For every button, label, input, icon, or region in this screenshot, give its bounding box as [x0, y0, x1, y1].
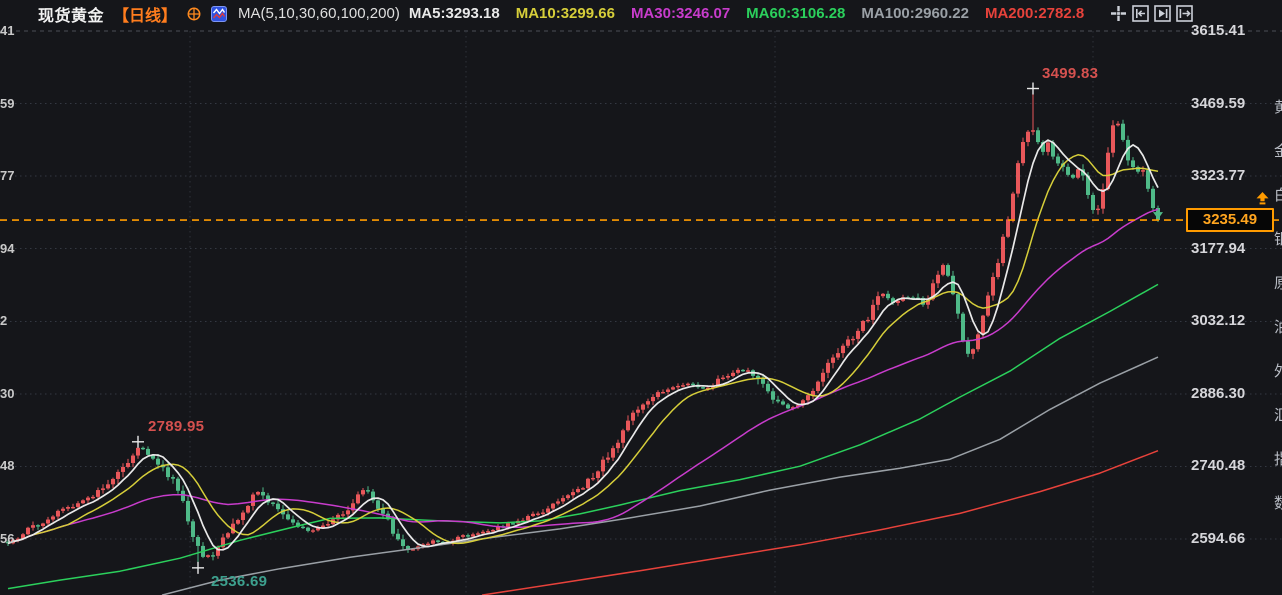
ma-formula: MA(5,10,30,60,100,200) — [238, 5, 400, 22]
y-axis-label: 2886.30 — [1191, 385, 1245, 402]
clipped-menu-glyph[interactable]: 油 — [1274, 316, 1282, 337]
price-extreme-label: 2789.95 — [148, 418, 204, 435]
jump-to-latest-icon[interactable] — [1176, 5, 1193, 22]
trading-app: { "header": { "title": "现货黄金", "period":… — [0, 0, 1282, 595]
y-axis-label-clipped: 56 — [0, 531, 17, 546]
pan-move-icon[interactable] — [1110, 5, 1127, 22]
y-axis-label-clipped: 94 — [0, 241, 17, 256]
target-circle-icon[interactable] — [186, 6, 202, 22]
chart-controls — [1110, 5, 1193, 22]
top-toolbar: 现货黄金 【日线】 MA(5,10,30,60,100,200) MA5:329… — [0, 0, 1282, 27]
y-axis-label-clipped: 48 — [0, 458, 17, 473]
ma-line-ma10 — [8, 155, 1158, 544]
ma-legend: MA5:3293.18 MA10:3299.66 MA30:3246.07 MA60:… — [409, 5, 1084, 22]
clipped-menu-glyph[interactable]: 外 — [1274, 360, 1282, 381]
current-price-tag: 3235.49 — [1186, 208, 1274, 232]
extreme-cross-icon — [192, 562, 204, 574]
y-axis-label: 2740.48 — [1191, 457, 1245, 474]
gridlines — [0, 31, 1282, 595]
y-axis-label-clipped: 77 — [0, 168, 17, 183]
clipped-menu-glyph[interactable]: 白 — [1274, 184, 1282, 205]
y-axis-label-clipped: 30 — [0, 386, 17, 401]
period-label[interactable]: 【日线】 — [113, 2, 177, 26]
ma-lines — [8, 140, 1158, 595]
y-axis-label-clipped: 2 — [0, 313, 17, 328]
ma-legend-ma200: MA200:2782.8 — [985, 5, 1084, 22]
clipped-menu-glyph[interactable]: 黄 — [1274, 96, 1282, 117]
ma-legend-ma60: MA60:3106.28 — [746, 5, 845, 22]
extreme-cross-icon — [132, 436, 144, 448]
ma-legend-ma5: MA5:3293.18 — [409, 5, 500, 22]
scroll-to-latest-arrow-icon[interactable] — [1255, 192, 1270, 210]
chart-canvas[interactable] — [0, 0, 1282, 595]
clipped-menu-glyph[interactable]: 数 — [1274, 492, 1282, 513]
clipped-menu-glyph[interactable]: 指 — [1274, 448, 1282, 469]
last-price-direction-icon — [1153, 212, 1163, 219]
y-axis-label-clipped: 59 — [0, 96, 17, 111]
candles — [6, 89, 1160, 568]
ma-legend-ma100: MA100:2960.22 — [861, 5, 969, 22]
ma-legend-ma30: MA30:3246.07 — [631, 5, 730, 22]
price-extreme-label: 2536.69 — [211, 573, 267, 590]
clipped-menu-glyph[interactable]: 原 — [1274, 272, 1282, 293]
clipped-menu-glyph[interactable]: 汇 — [1274, 404, 1282, 425]
clipped-vertical-toolbar[interactable]: 黄金白银原油外汇指数 — [1274, 0, 1282, 595]
ma-legend-ma10: MA10:3299.66 — [516, 5, 615, 22]
clipped-menu-glyph[interactable]: 银 — [1274, 228, 1282, 249]
y-axis-label: 2594.66 — [1191, 530, 1245, 547]
price-extreme-label: 3499.83 — [1042, 65, 1098, 82]
play-to-end-icon[interactable] — [1154, 5, 1171, 22]
ma-line-ma60 — [8, 284, 1158, 588]
y-axis-label: 3469.59 — [1191, 95, 1245, 112]
instrument-title: 现货黄金 — [38, 2, 104, 26]
y-axis-label: 3323.77 — [1191, 167, 1245, 184]
clipped-menu-glyph[interactable]: 金 — [1274, 140, 1282, 161]
kline-app-icon[interactable] — [211, 6, 227, 22]
y-axis-label: 3032.12 — [1191, 312, 1245, 329]
jump-to-start-icon[interactable] — [1132, 5, 1149, 22]
extreme-cross-icon — [1027, 83, 1039, 95]
y-axis-label: 3177.94 — [1191, 240, 1245, 257]
